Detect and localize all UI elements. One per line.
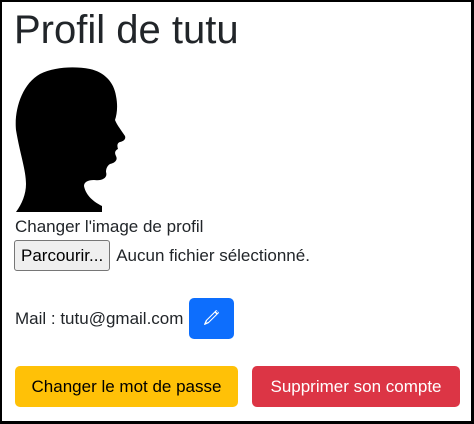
window-frame (0, 0, 474, 424)
file-upload-field: Parcourir... Aucun fichier sélectionné. (14, 240, 310, 271)
mail-text: Mail : tutu@gmail.com (15, 308, 184, 328)
file-status-text: Aucun fichier sélectionné. (116, 245, 310, 265)
page-title: Profil de tutu (14, 8, 239, 52)
change-profile-image-label: Changer l'image de profil (15, 217, 204, 236)
pencil-icon (203, 309, 220, 329)
edit-mail-button[interactable] (189, 298, 235, 339)
browse-button[interactable]: Parcourir... (14, 240, 111, 271)
change-password-button[interactable]: Changer le mot de passe (15, 366, 238, 407)
mail-row: Mail : tutu@gmail.com (15, 298, 235, 339)
avatar-silhouette-icon (14, 66, 126, 212)
delete-account-button[interactable]: Supprimer son compte (252, 366, 460, 407)
